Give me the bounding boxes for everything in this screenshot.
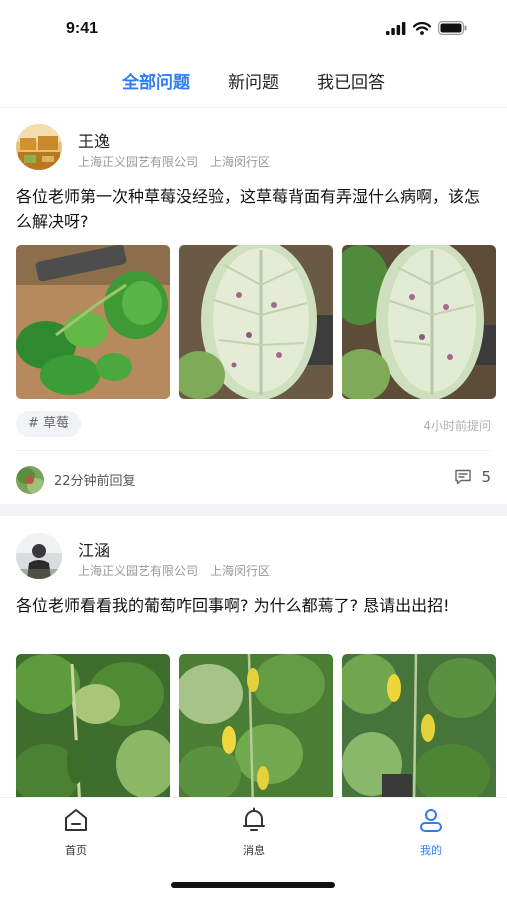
tab-new-questions[interactable]: 新问题 [228, 62, 279, 108]
nav-home[interactable]: 首页 [36, 806, 116, 858]
question-photo[interactable] [179, 654, 333, 808]
crop-tag[interactable]: # 草莓 [16, 411, 82, 437]
question-photo[interactable] [179, 245, 333, 399]
nav-messages[interactable]: 消息 [214, 806, 294, 858]
wifi-icon [413, 21, 431, 35]
nav-profile-label: 我的 [420, 844, 442, 857]
status-bar: 9:41 [0, 0, 507, 60]
question-photo[interactable] [16, 245, 170, 399]
user-company: 上海正义园艺有限公司 [78, 155, 199, 169]
user-district: 上海闵行区 [210, 155, 271, 169]
comment-count: 5 [481, 468, 491, 486]
user-meta: 上海正义园艺有限公司 上海闵行区 [78, 562, 270, 579]
comment-icon [455, 469, 472, 485]
status-icons [386, 21, 467, 35]
user-avatar[interactable] [16, 124, 62, 170]
question-text[interactable]: 各位老师第一次种草莓没经验，这草莓背面有弄湿什么病啊，该怎么解决呀? [16, 184, 486, 234]
nav-home-label: 首页 [65, 844, 87, 857]
nav-messages-label: 消息 [243, 844, 265, 857]
home-icon [65, 809, 87, 831]
section-gap [0, 504, 507, 516]
tab-answered[interactable]: 我已回答 [317, 62, 385, 108]
question-photo[interactable] [342, 245, 496, 399]
user-meta: 上海正义园艺有限公司 上海闵行区 [78, 153, 270, 170]
home-indicator [171, 882, 335, 888]
battery-icon [438, 21, 467, 35]
user-avatar[interactable] [16, 533, 62, 579]
asked-time: 4小时前提问 [423, 419, 491, 433]
card-divider [16, 450, 491, 451]
cellular-signal-icon [386, 21, 406, 35]
question-photos [16, 245, 496, 399]
replier-avatar [16, 466, 44, 494]
status-time: 9:41 [66, 20, 99, 37]
reply-time: 22分钟前回复 [54, 474, 136, 489]
user-district: 上海闵行区 [210, 564, 271, 578]
user-company: 上海正义园艺有限公司 [78, 564, 199, 578]
bell-icon [243, 807, 265, 831]
user-icon [420, 809, 442, 832]
question-card[interactable]: 王逸 上海正义园艺有限公司 上海闵行区 各位老师第一次种草莓没经验，这草莓背面有弄… [0, 108, 507, 504]
user-name[interactable]: 江涵 [78, 537, 110, 561]
tab-all-questions[interactable]: 全部问题 [122, 62, 190, 111]
question-photos [16, 654, 496, 808]
question-text[interactable]: 各位老师看看我的葡萄咋回事啊? 为什么都蔫了? 恳请出出招! [16, 593, 486, 618]
question-card[interactable]: 江涵 上海正义园艺有限公司 上海闵行区 各位老师看看我的葡萄咋回事啊? 为什么都蔫… [0, 516, 507, 816]
comment-button[interactable]: 5 [454, 468, 491, 486]
question-photo[interactable] [16, 654, 170, 808]
question-tabs: 全部问题 新问题 我已回答 [0, 62, 507, 111]
question-photo[interactable] [342, 654, 496, 808]
nav-profile[interactable]: 我的 [391, 806, 471, 858]
user-name[interactable]: 王逸 [78, 128, 110, 152]
